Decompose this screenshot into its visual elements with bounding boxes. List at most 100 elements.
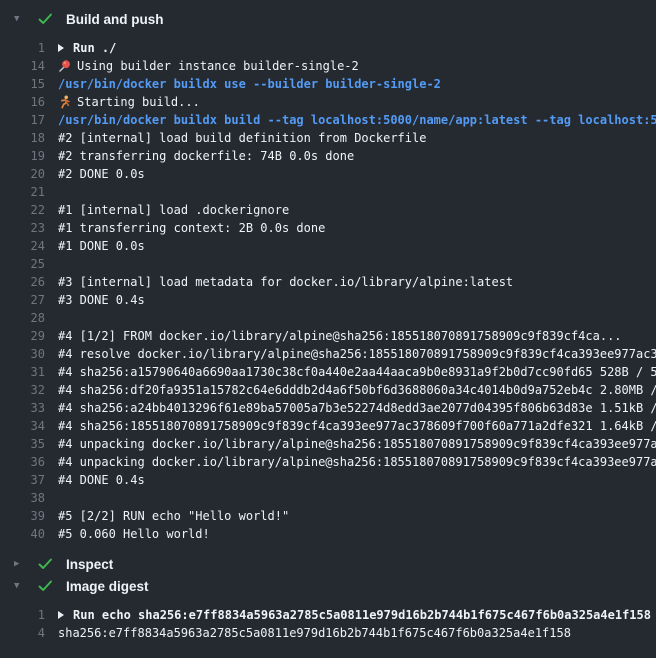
step-title: Inspect (66, 557, 113, 572)
step-title: Build and push (66, 12, 164, 27)
log-text: /usr/bin/docker buildx build --tag local… (58, 111, 656, 129)
log-line[interactable]: 25 (0, 255, 656, 273)
log-block: 1 Run ./ 14 Using builder instance build… (0, 30, 656, 553)
log-line[interactable]: 28 (0, 309, 656, 327)
log-text: #4 sha256:a24bb4013296f61e89ba57005a7b3e… (58, 399, 656, 417)
log-text: #1 transferring context: 2B 0.0s done (58, 219, 325, 237)
log-line-text: #4 resolve docker.io/library/alpine@sha2… (58, 345, 656, 363)
line-number: 40 (0, 525, 45, 543)
runner-icon (58, 95, 72, 109)
chevron-down-icon[interactable]: ▼ (14, 575, 27, 597)
log-line[interactable]: 26 #3 [internal] load metadata for docke… (0, 273, 656, 291)
log-line[interactable]: 20 #2 DONE 0.0s (0, 165, 656, 183)
log-line[interactable]: 4 sha256:e7ff8834a5963a2785c5a0811e979d1… (0, 624, 656, 642)
line-number: 20 (0, 165, 45, 183)
step-header-build-and-push[interactable]: ▼ Build and push (0, 8, 656, 30)
log-text: #4 unpacking docker.io/library/alpine@sh… (58, 435, 656, 453)
log-line-text: #2 [internal] load build definition from… (58, 129, 656, 147)
line-number: 16 (0, 93, 45, 111)
log-line-text: /usr/bin/docker buildx build --tag local… (58, 111, 656, 129)
log-line[interactable]: 17 /usr/bin/docker buildx build --tag lo… (0, 111, 656, 129)
log-line[interactable]: 24 #1 DONE 0.0s (0, 237, 656, 255)
log-line[interactable]: 19 #2 transferring dockerfile: 74B 0.0s … (0, 147, 656, 165)
log-line[interactable]: 35 #4 unpacking docker.io/library/alpine… (0, 435, 656, 453)
log-line[interactable]: 1 Run ./ (0, 39, 656, 57)
log-line[interactable]: 1 Run echo sha256:e7ff8834a5963a2785c5a0… (0, 606, 656, 624)
log-text: #4 sha256:185518070891758909c9f839cf4ca3… (58, 417, 656, 435)
log-line[interactable]: 15 /usr/bin/docker buildx use --builder … (0, 75, 656, 93)
step-header-inspect[interactable]: ▶ Inspect (0, 553, 656, 575)
step-section: ▼ Image digest 1 Run echo sha256:e7ff883… (0, 575, 656, 652)
line-number: 31 (0, 363, 45, 381)
log-line[interactable]: 40 #5 0.060 Hello world! (0, 525, 656, 543)
log-line-text (58, 489, 656, 507)
log-line-text: #4 unpacking docker.io/library/alpine@sh… (58, 435, 656, 453)
log-line[interactable]: 37 #4 DONE 0.4s (0, 471, 656, 489)
line-number: 1 (0, 606, 45, 624)
log-line[interactable]: 33 #4 sha256:a24bb4013296f61e89ba57005a7… (0, 399, 656, 417)
log-text: Run ./ (73, 39, 116, 57)
log-line-text: #4 sha256:a15790640a6690aa1730c38cf0a440… (58, 363, 656, 381)
log-line-text: #4 unpacking docker.io/library/alpine@sh… (58, 453, 656, 471)
line-number: 30 (0, 345, 45, 363)
chevron-down-icon[interactable]: ▼ (14, 8, 27, 30)
check-icon (38, 13, 54, 25)
log-text: #4 sha256:df20fa9351a15782c64e6dddb2d4a6… (58, 381, 656, 399)
line-number: 18 (0, 129, 45, 147)
log-text: #1 [internal] load .dockerignore (58, 201, 289, 219)
line-number: 21 (0, 183, 45, 201)
log-line-text: Run echo sha256:e7ff8834a5963a2785c5a081… (58, 606, 656, 624)
log-text: #4 sha256:a15790640a6690aa1730c38cf0a440… (58, 363, 656, 381)
log-line-text: #1 [internal] load .dockerignore (58, 201, 656, 219)
line-number: 37 (0, 471, 45, 489)
line-number: 4 (0, 624, 45, 642)
log-text: #2 DONE 0.0s (58, 165, 145, 183)
log-line-text: #2 DONE 0.0s (58, 165, 656, 183)
log-line[interactable]: 27 #3 DONE 0.4s (0, 291, 656, 309)
log-line-text: /usr/bin/docker buildx use --builder bui… (58, 75, 656, 93)
line-number: 15 (0, 75, 45, 93)
log-line-text (58, 183, 656, 201)
expand-run-icon[interactable] (58, 44, 64, 52)
log-line[interactable]: 16 Starting build... (0, 93, 656, 111)
log-text: #1 DONE 0.0s (58, 237, 145, 255)
line-number: 26 (0, 273, 45, 291)
step-header-image-digest[interactable]: ▼ Image digest (0, 575, 656, 597)
log-text: #3 [internal] load metadata for docker.i… (58, 273, 513, 291)
step-title: Image digest (66, 579, 149, 594)
log-text: sha256:e7ff8834a5963a2785c5a0811e979d16b… (58, 624, 571, 642)
line-number: 34 (0, 417, 45, 435)
log-line[interactable]: 23 #1 transferring context: 2B 0.0s done (0, 219, 656, 237)
log-block: 1 Run echo sha256:e7ff8834a5963a2785c5a0… (0, 597, 656, 652)
log-line-text: Starting build... (58, 93, 656, 111)
log-text: /usr/bin/docker buildx use --builder bui… (58, 75, 441, 93)
workflow-log-viewer: ▼ Build and push 1 Run ./ 14 Using build… (0, 8, 656, 652)
log-line[interactable]: 22 #1 [internal] load .dockerignore (0, 201, 656, 219)
line-number: 35 (0, 435, 45, 453)
log-line[interactable]: 14 Using builder instance builder-single… (0, 57, 656, 75)
step-section: ▶ Inspect (0, 553, 656, 575)
log-line[interactable]: 32 #4 sha256:df20fa9351a15782c64e6dddb2d… (0, 381, 656, 399)
chevron-right-icon[interactable]: ▶ (14, 553, 27, 575)
check-icon (38, 580, 54, 592)
step-section: ▼ Build and push 1 Run ./ 14 Using build… (0, 8, 656, 553)
log-line-text: #4 DONE 0.4s (58, 471, 656, 489)
log-line[interactable]: 39 #5 [2/2] RUN echo "Hello world!" (0, 507, 656, 525)
line-number: 38 (0, 489, 45, 507)
log-line[interactable]: 18 #2 [internal] load build definition f… (0, 129, 656, 147)
log-line[interactable]: 29 #4 [1/2] FROM docker.io/library/alpin… (0, 327, 656, 345)
log-line-text: #1 DONE 0.0s (58, 237, 656, 255)
log-line-text: #4 sha256:df20fa9351a15782c64e6dddb2d4a6… (58, 381, 656, 399)
check-icon (38, 558, 54, 570)
log-line-text: #5 [2/2] RUN echo "Hello world!" (58, 507, 656, 525)
log-line[interactable]: 31 #4 sha256:a15790640a6690aa1730c38cf0a… (0, 363, 656, 381)
log-line[interactable]: 34 #4 sha256:185518070891758909c9f839cf4… (0, 417, 656, 435)
log-line-text: #5 0.060 Hello world! (58, 525, 656, 543)
log-line-text: #2 transferring dockerfile: 74B 0.0s don… (58, 147, 656, 165)
log-line[interactable]: 38 (0, 489, 656, 507)
log-line[interactable]: 30 #4 resolve docker.io/library/alpine@s… (0, 345, 656, 363)
log-line[interactable]: 21 (0, 183, 656, 201)
expand-run-icon[interactable] (58, 611, 64, 619)
line-number: 39 (0, 507, 45, 525)
log-line[interactable]: 36 #4 unpacking docker.io/library/alpine… (0, 453, 656, 471)
